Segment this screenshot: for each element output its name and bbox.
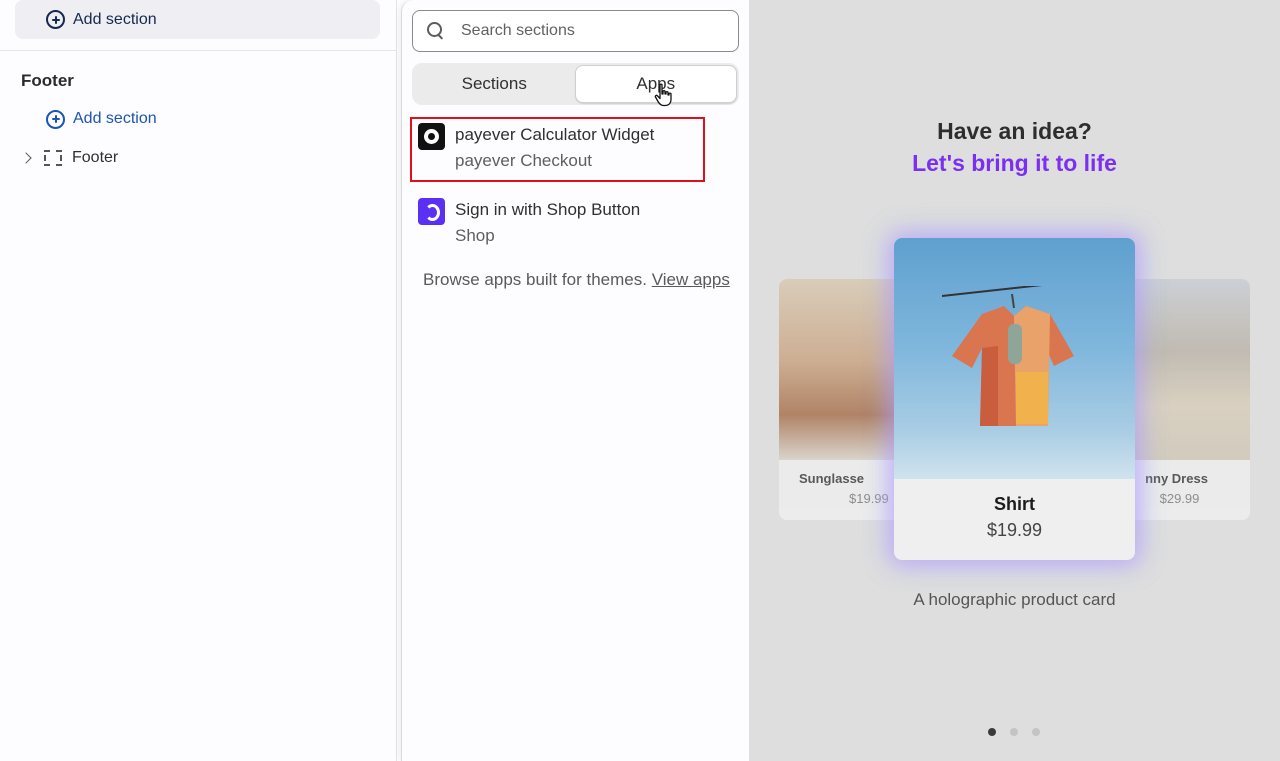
theme-preview: Have an idea? Let's bring it to life Sun… [749, 0, 1280, 761]
section-layout-icon [44, 150, 62, 166]
plus-circle-icon [46, 109, 65, 129]
footer-section-item[interactable]: Footer [20, 149, 119, 167]
hand-pointer-cursor-icon [654, 83, 672, 107]
footer-section-label: Footer [72, 149, 119, 166]
shirt-illustration [942, 286, 1074, 426]
search-icon [427, 22, 445, 40]
divider [0, 50, 397, 51]
section-type-tabs: Sections Apps [412, 63, 739, 105]
product-price: $19.99 [986, 520, 1043, 540]
add-section-popover: Sections Apps payever Calculator Widget … [401, 0, 749, 761]
app-item-shop-sign-in[interactable]: Sign in with Shop Button Shop [418, 198, 640, 250]
search-field[interactable] [412, 10, 739, 52]
search-input[interactable] [461, 22, 711, 40]
app-vendor: Shop [455, 226, 495, 245]
app-name: payever Calculator Widget [455, 125, 655, 144]
product-image [894, 238, 1135, 479]
footer-add-section-label: Add section [73, 110, 157, 127]
footer-add-section-button[interactable]: Add section [46, 108, 157, 130]
tab-sections[interactable]: Sections [414, 65, 575, 103]
preview-caption: A holographic product card [913, 590, 1116, 609]
product-card-shirt[interactable]: Shirt $19.99 [894, 238, 1135, 560]
add-section-button[interactable]: Add section [15, 0, 380, 39]
footer-group-title: Footer [21, 71, 74, 90]
plus-circle-icon [46, 10, 65, 29]
carousel-dot[interactable] [1032, 728, 1040, 736]
carousel-dot[interactable] [1010, 728, 1018, 736]
app-item-payever-calculator[interactable]: payever Calculator Widget payever Checko… [418, 123, 654, 175]
shop-icon [418, 198, 445, 225]
product-name: Shirt [993, 494, 1035, 514]
payever-icon [418, 123, 445, 150]
browse-apps-text: Browse apps built for themes. View apps [423, 266, 733, 293]
view-apps-link[interactable]: View apps [652, 270, 730, 289]
theme-sections-sidebar: Add section Footer Add section Footer [0, 0, 397, 761]
carousel-dot[interactable] [988, 728, 996, 736]
preview-subheadline: Let's bring it to life [912, 150, 1117, 176]
carousel-dots [988, 728, 1040, 736]
browse-apps-label: Browse apps built for themes. [423, 270, 647, 289]
add-section-label: Add section [73, 10, 157, 28]
preview-headline: Have an idea? [937, 118, 1092, 144]
chevron-right-icon[interactable] [20, 152, 32, 164]
app-vendor: payever Checkout [455, 151, 593, 170]
app-name: Sign in with Shop Button [455, 200, 641, 219]
